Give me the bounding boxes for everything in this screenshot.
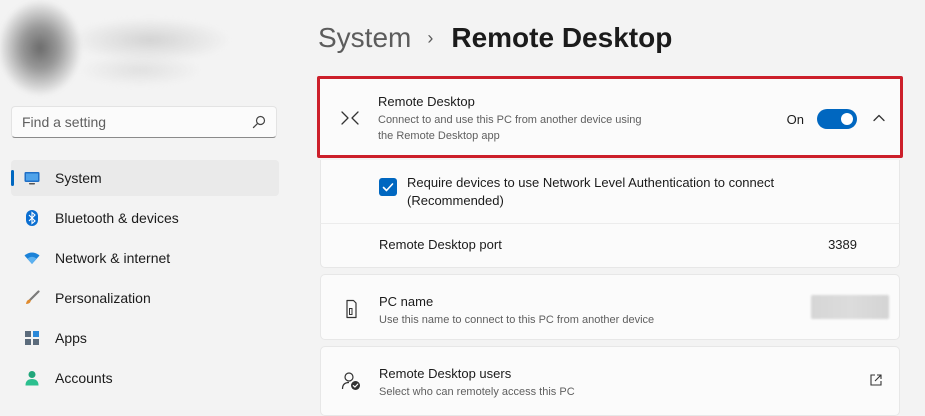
sidebar-item-label: Bluetooth & devices <box>55 210 179 226</box>
bluetooth-icon <box>24 210 40 226</box>
external-link-icon[interactable] <box>869 373 883 387</box>
sidebar-item-label: System <box>55 170 102 186</box>
pc-name-description: Use this name to connect to this PC from… <box>379 314 655 326</box>
remote-desktop-card[interactable]: Remote Desktop Connect to and use this P… <box>317 76 903 158</box>
sidebar-item-label: Personalization <box>55 290 151 306</box>
sidebar-item-label: Network & internet <box>55 250 171 266</box>
remote-desktop-users-card[interactable]: Remote Desktop users Select who can remo… <box>320 346 900 416</box>
toggle-state-label: On <box>786 112 804 127</box>
port-value: 3389 <box>828 237 857 252</box>
sidebar: System Bluetooth & devices Network & int… <box>0 0 300 412</box>
remote-desktop-users-description: Select who can remotely access this PC <box>379 386 575 398</box>
port-setting-row: Remote Desktop port 3389 <box>320 224 900 268</box>
pc-name-title: PC name <box>379 294 434 309</box>
breadcrumb-parent[interactable]: System <box>318 22 411 54</box>
sidebar-item-personalization[interactable]: Personalization <box>11 280 279 316</box>
toggle-knob <box>841 113 853 125</box>
user-check-icon <box>341 372 360 390</box>
nla-label-line2: (Recommended) <box>407 193 504 208</box>
breadcrumb-separator: › <box>427 27 434 48</box>
pc-name-card: PC name Use this name to connect to this… <box>320 274 900 340</box>
pc-name-value <box>811 295 889 319</box>
sidebar-item-accounts[interactable]: Accounts <box>11 360 279 396</box>
person-icon <box>24 370 40 386</box>
apps-icon <box>24 330 40 346</box>
search-icon[interactable] <box>252 115 266 129</box>
nla-setting-row: Require devices to use Network Level Aut… <box>320 160 900 224</box>
brush-icon <box>24 290 40 306</box>
remote-desktop-description: Connect to and use this PC from another … <box>378 114 642 126</box>
nla-label: Require devices to use Network Level Aut… <box>407 174 847 210</box>
pc-tower-icon <box>346 299 357 319</box>
user-avatar[interactable] <box>0 0 230 96</box>
page-title: Remote Desktop <box>451 22 673 53</box>
breadcrumb: System › Remote Desktop <box>318 22 672 54</box>
nla-checkbox[interactable] <box>379 178 397 196</box>
sidebar-nav: System Bluetooth & devices Network & int… <box>0 160 300 400</box>
sidebar-item-label: Apps <box>55 330 87 346</box>
sidebar-item-system[interactable]: System <box>11 160 279 196</box>
nla-label-line1: Require devices to use Network Level Aut… <box>407 175 775 190</box>
remote-desktop-description-2: the Remote Desktop app <box>378 130 500 142</box>
remote-desktop-toggle[interactable] <box>817 109 857 129</box>
remote-desktop-title: Remote Desktop <box>378 94 475 109</box>
monitor-icon <box>24 170 40 186</box>
search-input[interactable] <box>12 107 252 137</box>
remote-desktop-icon <box>341 111 359 125</box>
port-label: Remote Desktop port <box>379 237 502 252</box>
sidebar-item-network[interactable]: Network & internet <box>11 240 279 276</box>
sidebar-item-label: Accounts <box>55 370 113 386</box>
checkmark-icon <box>382 183 394 192</box>
chevron-up-icon[interactable] <box>872 111 886 125</box>
search-box[interactable] <box>11 106 277 138</box>
sidebar-item-apps[interactable]: Apps <box>11 320 279 356</box>
remote-desktop-users-title: Remote Desktop users <box>379 366 512 381</box>
sidebar-item-bluetooth[interactable]: Bluetooth & devices <box>11 200 279 236</box>
active-indicator <box>11 170 14 186</box>
wifi-icon <box>24 250 40 266</box>
